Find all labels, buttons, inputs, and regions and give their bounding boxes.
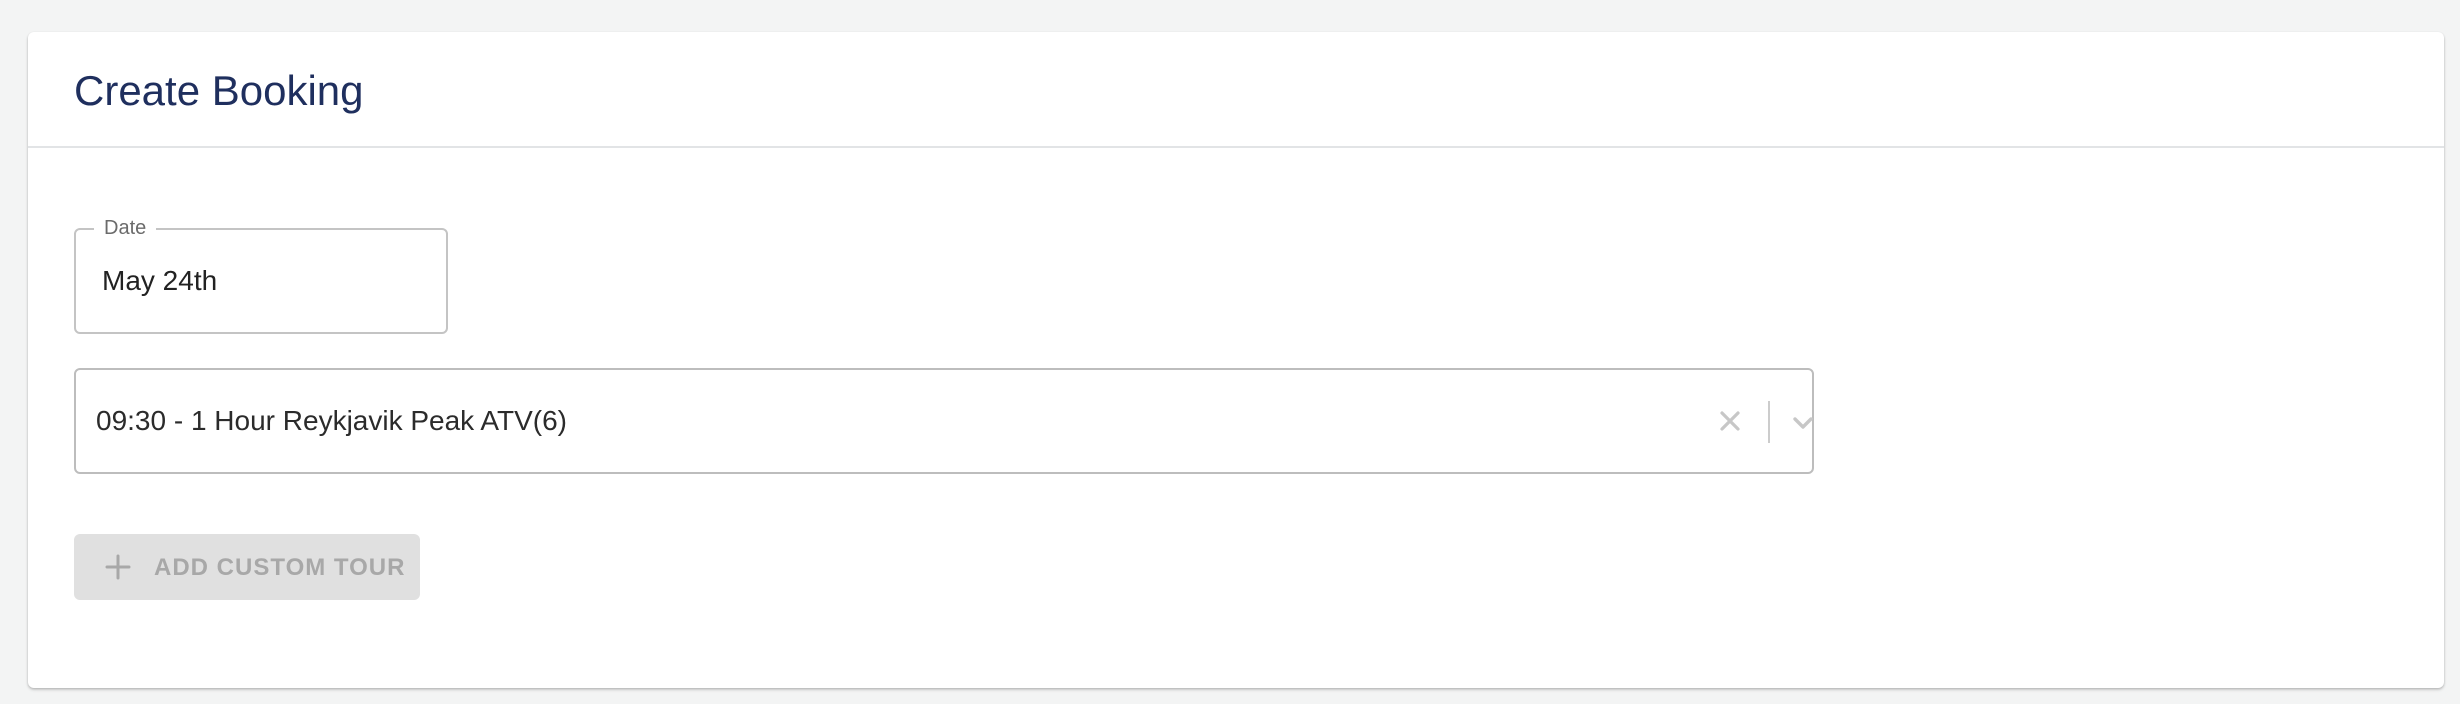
plus-icon — [105, 554, 131, 580]
add-custom-tour-button[interactable]: ADD CUSTOM TOUR — [74, 534, 420, 600]
page-title: Create Booking — [74, 67, 364, 114]
card-header: Create Booking — [28, 32, 2444, 148]
tour-select[interactable]: 09:30 - 1 Hour Reykjavik Peak ATV(6) — [74, 368, 1814, 474]
date-field-value: May 24th — [102, 265, 218, 296]
tour-select-value: 09:30 - 1 Hour Reykjavik Peak ATV(6) — [96, 405, 568, 436]
add-custom-tour-label: ADD CUSTOM TOUR — [154, 554, 406, 581]
select-divider — [1768, 401, 1770, 443]
close-icon[interactable] — [1716, 407, 1744, 435]
chevron-down-icon[interactable] — [1788, 408, 1818, 438]
date-field[interactable]: Date May 24th — [74, 216, 448, 334]
create-booking-card: Create Booking Date May 24th 09:30 - 1 H… — [28, 32, 2444, 688]
date-field-label: Date — [94, 216, 157, 240]
